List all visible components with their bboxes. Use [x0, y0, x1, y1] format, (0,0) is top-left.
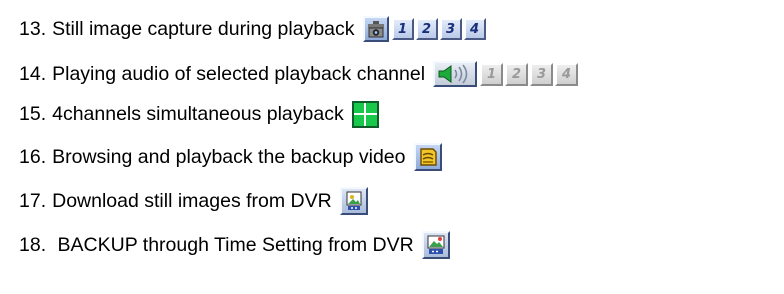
item-text: 4channels simultaneous playback	[52, 103, 344, 125]
quad-split-icon[interactable]	[351, 100, 379, 128]
item-text: Browsing and playback the backup video	[52, 146, 406, 168]
audio-channel-2-button[interactable]: 2	[505, 62, 529, 86]
list-item: 14. Playing audio of selected playback ch…	[19, 54, 580, 94]
list-item: 17. Download still images from DVR	[19, 181, 371, 221]
list-item: 15. 4channels simultaneous playback	[19, 94, 379, 134]
item-number: 17.	[19, 190, 47, 212]
list-item: 18. BACKUP through Time Setting from DVR	[19, 225, 453, 265]
channel-1-button[interactable]: 1	[391, 18, 414, 40]
channel-2-button[interactable]: 2	[415, 18, 438, 40]
backup-video-icon[interactable]	[413, 143, 442, 171]
item-text: BACKUP through Time Setting from DVR	[52, 234, 414, 256]
item-number: 16.	[19, 146, 47, 168]
audio-toolbar: 1 2 3 4	[433, 61, 580, 87]
item-number: 18.	[19, 234, 47, 256]
item-text: Playing audio of selected playback chann…	[52, 63, 426, 85]
item-text: Download still images from DVR	[52, 190, 332, 212]
speaker-audio-icon[interactable]	[433, 61, 478, 87]
time-backup-icon[interactable]	[421, 231, 450, 259]
download-image-icon[interactable]	[339, 187, 368, 215]
item-number: 15.	[19, 103, 47, 125]
item-number: 13.	[19, 18, 47, 40]
audio-channel-4-button[interactable]: 4	[555, 62, 579, 86]
audio-channel-1-button[interactable]: 1	[480, 62, 504, 86]
audio-channel-3-button[interactable]: 3	[530, 62, 554, 86]
channel-4-button[interactable]: 4	[463, 18, 486, 40]
list-item: 16. Browsing and playback the backup vide…	[19, 137, 445, 177]
channel-3-button[interactable]: 3	[439, 18, 462, 40]
capture-toolbar: 1 2 3 4	[362, 16, 488, 42]
item-text: Still image capture during playback	[52, 18, 355, 40]
item-number: 14.	[19, 63, 47, 85]
camera-capture-icon[interactable]	[362, 16, 389, 42]
list-item: 13. Still image capture during playback 1…	[19, 9, 488, 49]
